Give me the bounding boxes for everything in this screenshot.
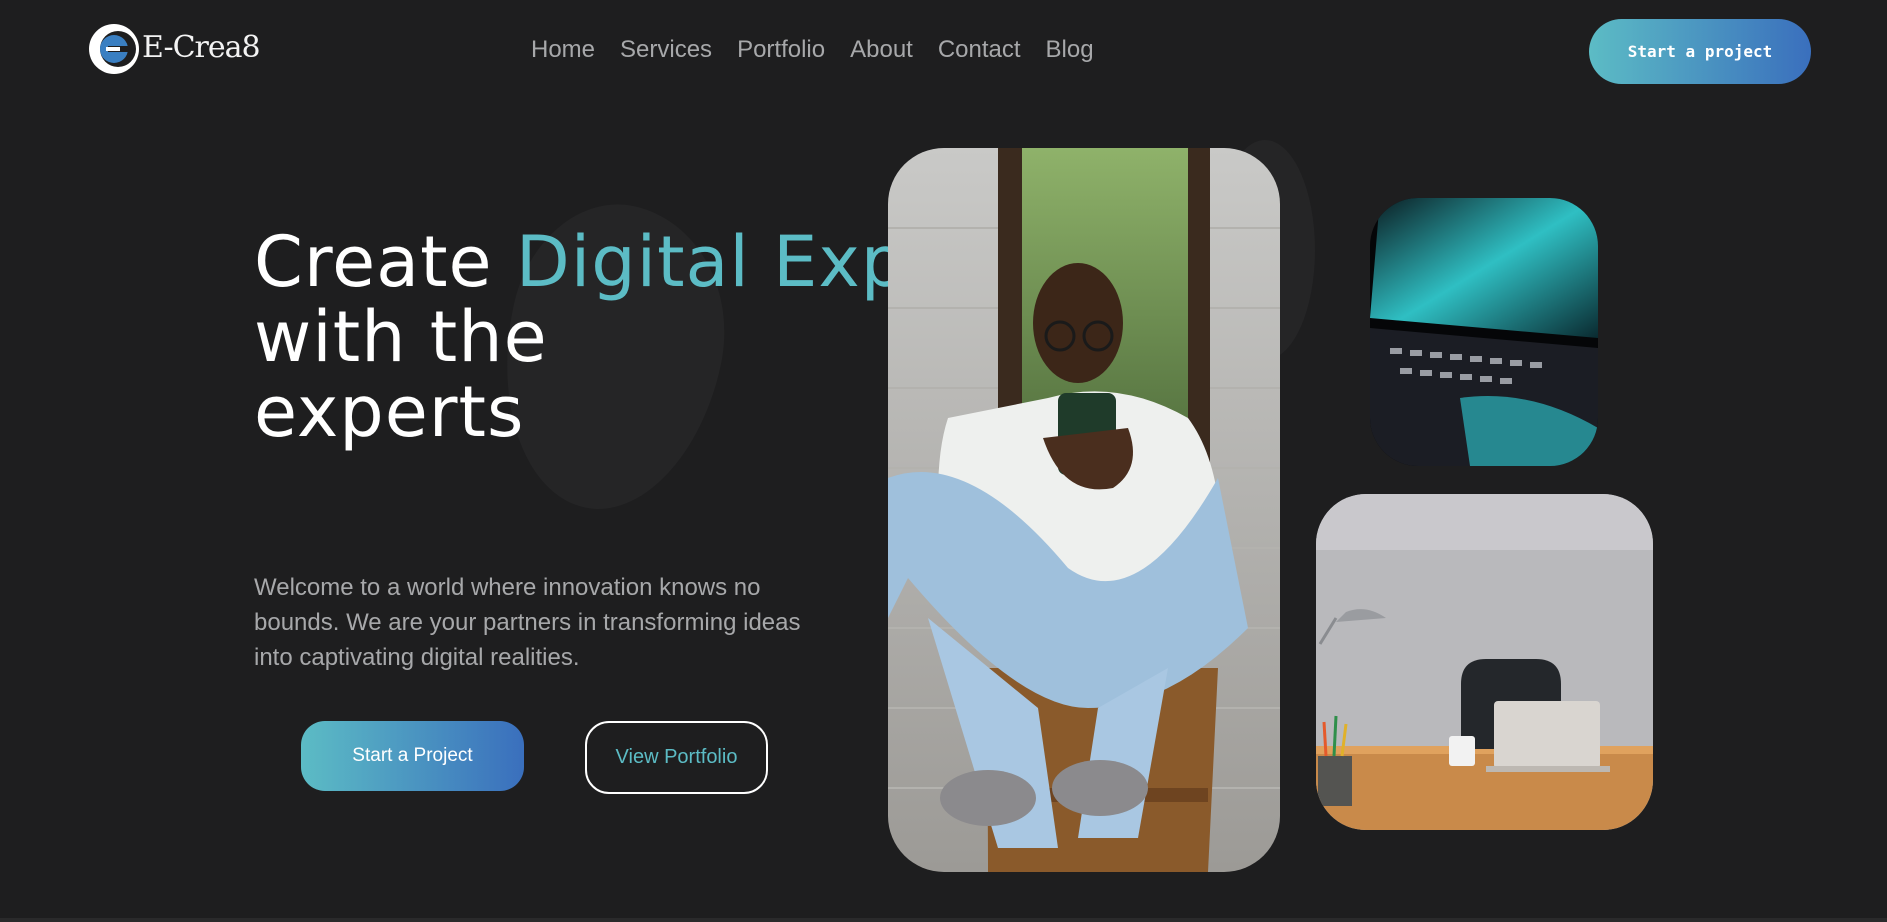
header-start-project-button[interactable]: Start a project [1589, 19, 1811, 84]
nav-contact[interactable]: Contact [938, 36, 1021, 64]
headline-part1: Create [254, 221, 516, 303]
main-nav: Home Services Portfolio About Contact Bl… [531, 36, 1094, 64]
nav-services[interactable]: Services [620, 36, 712, 64]
nav-blog[interactable]: Blog [1046, 36, 1094, 64]
nav-portfolio[interactable]: Portfolio [737, 36, 825, 64]
start-project-button[interactable]: Start a Project [301, 721, 524, 791]
section-divider [0, 918, 1887, 922]
brand-logo[interactable]: E-Crea8 [88, 18, 261, 80]
headline-part2: with the experts [254, 296, 548, 453]
hero-photo-desk [1316, 494, 1653, 830]
logo-mark-icon [89, 24, 139, 74]
hero-photo-laptop [1370, 198, 1598, 466]
nav-about[interactable]: About [850, 36, 913, 64]
brand-name: E-Crea8 [142, 29, 261, 65]
hero-photo-woman-phone [888, 148, 1280, 872]
hero-intro: Welcome to a world where innovation know… [254, 574, 801, 671]
view-portfolio-button[interactable]: View Portfolio [585, 721, 768, 794]
nav-home[interactable]: Home [531, 36, 595, 64]
